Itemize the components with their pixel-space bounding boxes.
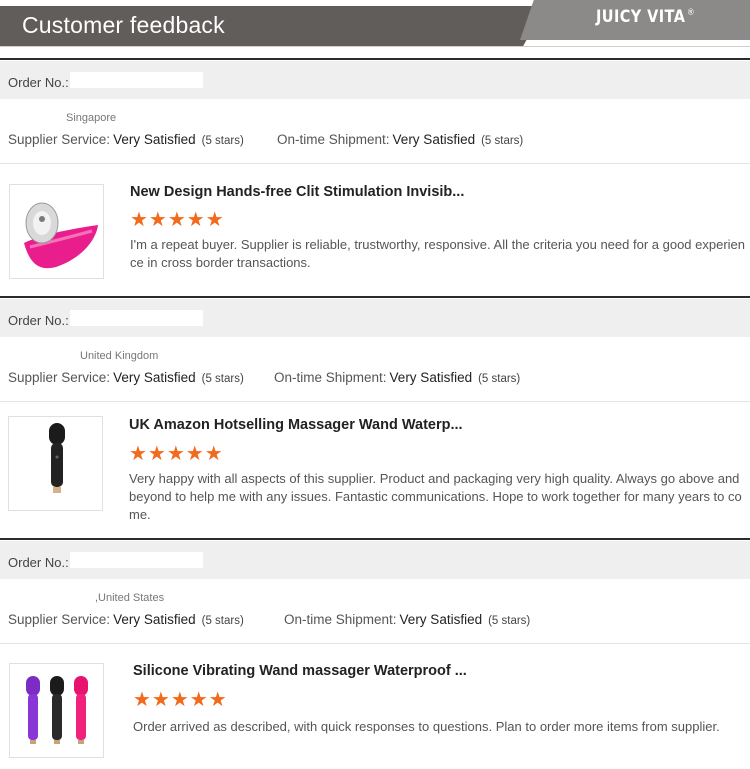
pink-vibrator-image [24, 202, 98, 269]
shipment-rating: On-time Shipment: Very Satisfied (5 stars) [277, 132, 523, 147]
buyer-country: ,United States [95, 592, 165, 604]
shipment-count: (5 stars) [478, 373, 521, 385]
shipment-rating: On-time Shipment: Very Satisfied (5 stars) [284, 612, 530, 627]
product-title-link[interactable]: Silicone Vibrating Wand massager Waterpr… [133, 663, 467, 679]
order-number-label: Order No.: [8, 313, 69, 328]
product-thumbnail[interactable] [8, 416, 103, 511]
row-divider [0, 643, 750, 644]
product-title-link[interactable]: UK Amazon Hotselling Massager Wand Water… [129, 417, 463, 433]
supplier-service-value: Very Satisfied [113, 612, 196, 627]
product-thumbnail[interactable] [9, 184, 104, 279]
order-number-value [70, 310, 203, 326]
supplier-service-label: Supplier Service: [8, 612, 111, 627]
shipment-count: (5 stars) [488, 615, 531, 627]
row-divider [0, 163, 750, 164]
shipment-count: (5 stars) [481, 135, 524, 147]
card-separator [0, 58, 750, 60]
supplier-service-rating: Supplier Service: Very Satisfied (5 stars) [8, 132, 244, 147]
three-wands-image [26, 676, 88, 744]
page-header: Customer feedback JUICY VITA ® [0, 0, 750, 47]
supplier-service-label: Supplier Service: [8, 370, 111, 385]
supplier-service-rating: Supplier Service: Very Satisfied (5 stars) [8, 612, 244, 627]
supplier-service-count: (5 stars) [201, 615, 244, 627]
buyer-country: United Kingdom [80, 350, 159, 362]
order-bar: Order No.: [0, 299, 750, 337]
shipment-label: On-time Shipment: [277, 132, 390, 147]
page-title: Customer feedback [22, 12, 225, 38]
row-divider [0, 401, 750, 402]
order-number-value [70, 72, 203, 88]
order-bar: Order No.: [0, 541, 750, 579]
supplier-service-label: Supplier Service: [8, 132, 111, 147]
buyer-country: Singapore [66, 112, 117, 124]
supplier-service-rating: Supplier Service: Very Satisfied (5 stars) [8, 370, 244, 385]
card-separator [0, 538, 750, 540]
brand-logo: JUICY VITA ® [596, 7, 696, 27]
supplier-service-count: (5 stars) [201, 135, 244, 147]
feedback-card: Order No.: United Kingdom Supplier Servi… [0, 296, 750, 540]
black-wand-image [49, 423, 65, 493]
review-text: I'm a repeat buyer. Supplier is reliable… [130, 237, 746, 270]
shipment-value: Very Satisfied [389, 370, 473, 385]
star-rating: ★★★★★ [129, 443, 224, 465]
product-thumbnail[interactable] [9, 663, 104, 758]
card-separator [0, 296, 750, 298]
shipment-label: On-time Shipment: [284, 612, 397, 627]
order-bar: Order No.: [0, 61, 750, 99]
supplier-service-count: (5 stars) [201, 373, 244, 385]
feedback-card: Order No.: ,United States Supplier Servi… [0, 538, 750, 769]
header-divider [0, 46, 750, 47]
review-text: Very happy with all aspects of this supp… [129, 471, 742, 522]
shipment-label: On-time Shipment: [274, 370, 387, 385]
star-rating: ★★★★★ [130, 209, 225, 231]
shipment-value: Very Satisfied [392, 132, 476, 147]
review-text: Order arrived as described, with quick r… [133, 719, 720, 734]
supplier-service-value: Very Satisfied [113, 370, 196, 385]
shipment-value: Very Satisfied [399, 612, 483, 627]
order-number-label: Order No.: [8, 75, 69, 90]
order-number-value [70, 552, 203, 568]
feedback-card: Order No.: Singapore Supplier Service: Ve… [0, 58, 750, 298]
supplier-service-value: Very Satisfied [113, 132, 196, 147]
order-number-label: Order No.: [8, 555, 69, 570]
shipment-rating: On-time Shipment: Very Satisfied (5 stars) [274, 370, 520, 385]
star-rating: ★★★★★ [133, 689, 228, 711]
product-title-link[interactable]: New Design Hands-free Clit Stimulation I… [130, 184, 464, 200]
